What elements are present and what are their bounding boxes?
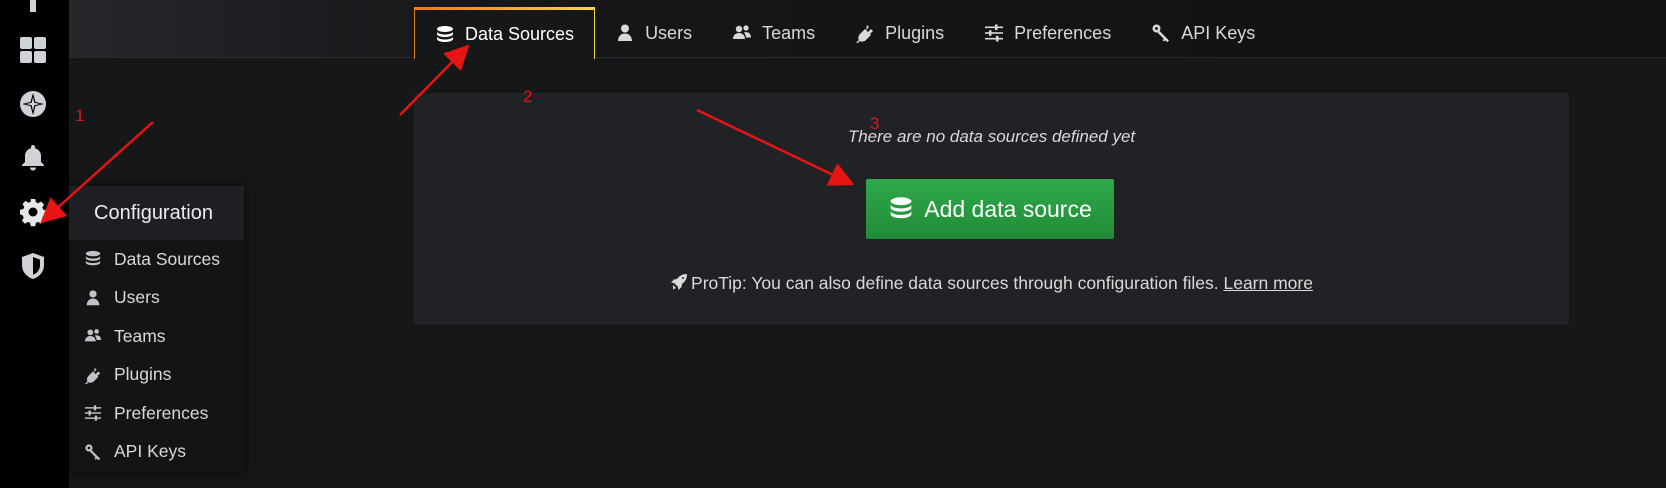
plug-icon [84,366,102,384]
database-icon [84,250,102,268]
protip: ProTip: You can also define data sources… [414,273,1569,294]
tab-label: Data Sources [465,24,575,44]
empty-state-message: There are no data sources defined yet [847,127,1136,146]
user-icon [615,23,635,43]
tab-label: Plugins [885,22,945,43]
configuration-menu-title[interactable]: Configuration [69,186,244,240]
sliders-icon [984,23,1004,43]
tab-label: Users [645,22,693,43]
protip-text: ProTip: You can also define data sources… [691,273,1224,293]
annotation-label-1: 1 [75,106,85,125]
tab-preferences[interactable]: Preferences [964,7,1131,59]
alerting-bell-icon[interactable] [14,138,52,176]
menu-item-label: Preferences [114,402,209,423]
menu-item-label: Data Sources [114,248,221,269]
menu-item-label: API Keys [114,441,186,462]
side-nav [0,0,69,488]
tab-users[interactable]: Users [595,7,712,59]
tab-data-sources[interactable]: Data Sources [414,7,596,60]
menu-item-label: Users [114,287,160,308]
tab-label: API Keys [1181,22,1256,43]
configuration-dropdown-menu: Configuration Data Sources Users Teams P… [69,186,244,472]
menu-item-plugins[interactable]: Plugins [69,356,244,395]
menu-item-api-keys[interactable]: API Keys [69,433,244,472]
annotation-label-2: 2 [523,87,533,106]
tab-plugins[interactable]: Plugins [835,7,964,59]
add-data-source-button[interactable]: Add data source [866,179,1114,239]
database-icon [888,196,914,222]
key-icon [84,443,102,461]
grafana-logo-icon[interactable] [14,0,52,24]
users-icon [84,327,102,345]
menu-item-users[interactable]: Users [69,279,244,318]
learn-more-link[interactable]: Learn more [1223,273,1313,293]
database-icon [435,25,455,45]
annotation-label-3: 3 [870,114,880,133]
sliders-icon [84,404,102,422]
add-data-source-label: Add data source [924,195,1092,222]
server-admin-shield-icon[interactable] [14,247,52,285]
plug-icon [855,23,875,43]
key-icon [1151,23,1171,43]
users-icon [732,23,752,43]
rocket-icon [670,273,688,291]
configuration-gear-icon[interactable] [14,193,52,231]
user-icon [84,289,102,307]
config-tabs: Data Sources Users Teams Plugins Prefere… [414,7,1275,60]
menu-item-label: Teams [114,325,166,346]
menu-item-data-sources[interactable]: Data Sources [69,240,244,279]
empty-list-panel: There are no data sources defined yet Ad… [414,93,1569,325]
menu-item-preferences[interactable]: Preferences [69,394,244,433]
dashboards-grid-icon[interactable] [14,31,52,69]
explore-compass-icon[interactable] [14,85,52,123]
tab-label: Preferences [1014,22,1112,43]
tab-teams[interactable]: Teams [712,7,835,59]
tab-label: Teams [762,22,816,43]
menu-item-label: Plugins [114,364,172,385]
menu-item-teams[interactable]: Teams [69,317,244,356]
tab-api-keys[interactable]: API Keys [1131,7,1275,59]
